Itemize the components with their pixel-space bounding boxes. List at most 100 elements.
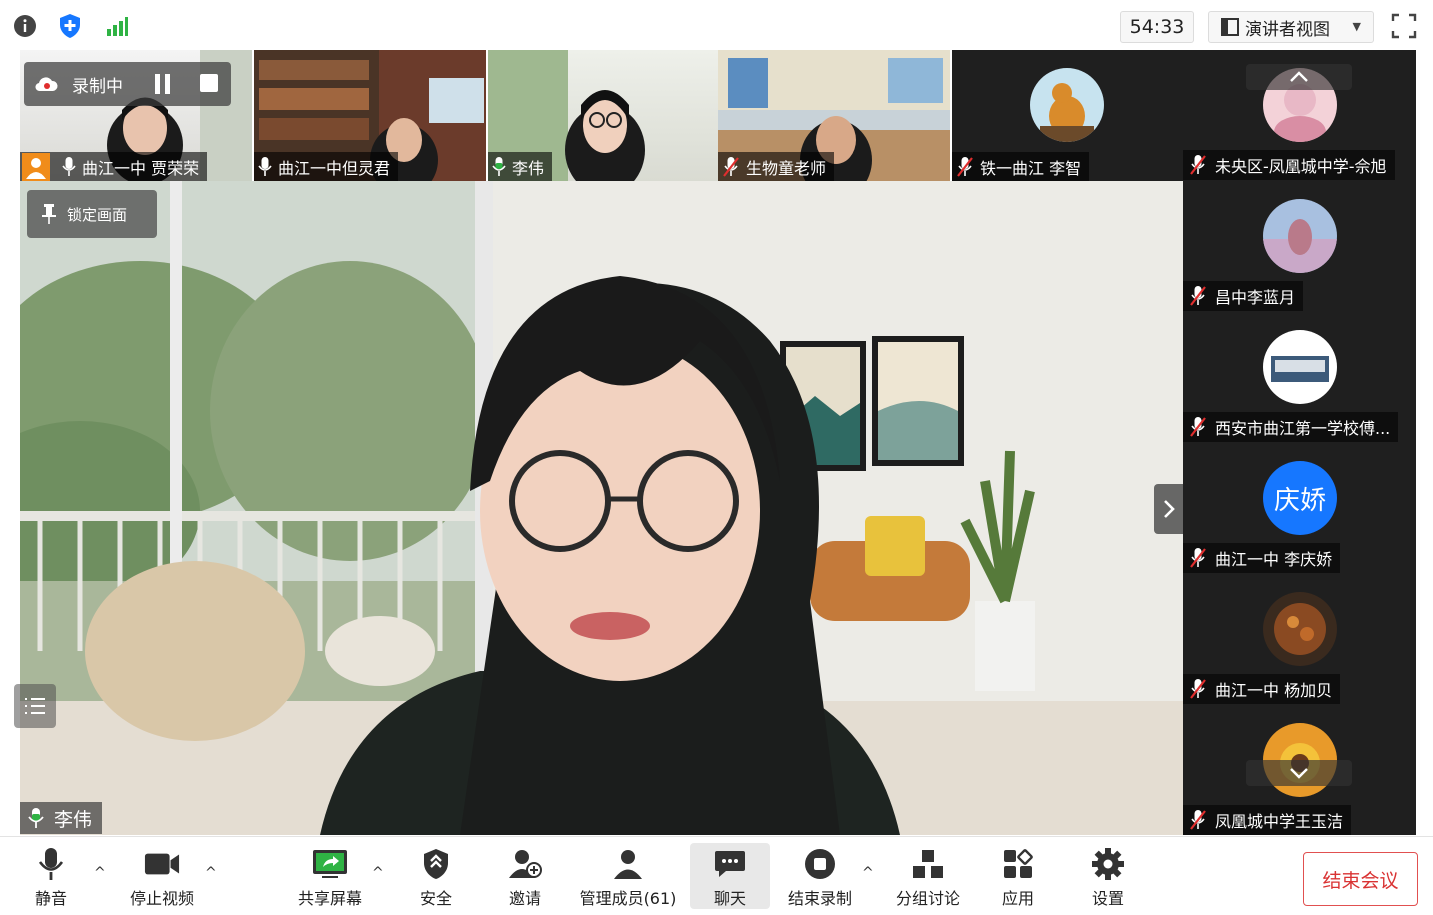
- chat-label: 聊天: [713, 889, 746, 908]
- participant-name: 曲江一中 李庆娇: [1215, 550, 1333, 569]
- microphone-muted-icon: [1190, 679, 1206, 699]
- pause-recording-button[interactable]: [152, 74, 172, 94]
- recording-panel: 录制中: [24, 62, 231, 106]
- pin-icon: [41, 203, 57, 225]
- info-icon[interactable]: [12, 13, 38, 39]
- apps-grid-icon: [1000, 847, 1036, 881]
- shield-icon[interactable]: [57, 13, 83, 39]
- stop-video-button[interactable]: 停止视频: [124, 843, 200, 909]
- mute-options-caret[interactable]: ^: [94, 865, 106, 881]
- avatar: [1263, 199, 1337, 273]
- participant-label: 西安市曲江第一学校傅...: [1183, 412, 1399, 442]
- microphone-muted-icon: [1190, 155, 1206, 175]
- participant-name: 未央区-凤凰城中学-佘旭: [1215, 157, 1387, 176]
- chat-button[interactable]: 聊天: [690, 843, 770, 909]
- microphone-muted-icon: [1190, 810, 1206, 830]
- participant-label: 曲江一中但灵君: [254, 152, 399, 181]
- speaker-name: 李伟: [54, 808, 93, 831]
- end-recording-button[interactable]: 结束录制: [782, 843, 858, 909]
- stop-recording-button[interactable]: [200, 74, 218, 92]
- shield-icon: [418, 847, 454, 881]
- video-tile[interactable]: 生物童老师: [718, 50, 950, 181]
- video-tile[interactable]: 曲江一中 杨加贝: [1183, 574, 1416, 704]
- video-tile[interactable]: 李伟: [488, 50, 720, 181]
- participant-name: 曲江一中 贾荣荣: [82, 158, 200, 178]
- participant-name: 李伟: [512, 158, 545, 178]
- recording-status: 录制中: [72, 76, 123, 97]
- microphone-speaking-icon: [492, 156, 506, 176]
- lock-view-button[interactable]: 锁定画面: [27, 190, 157, 238]
- participant-name: 凤凰城中学王玉洁: [1215, 812, 1344, 831]
- bottom-toolbar: 静音 ^ 停止视频 ^ 共享屏幕 ^ 安全 邀请 管理成员(61) 聊天 结束录…: [0, 836, 1433, 915]
- invite-label: 邀请: [508, 889, 541, 908]
- video-options-caret[interactable]: ^: [205, 865, 217, 881]
- participant-label: 未央区-凤凰城中学-佘旭: [1183, 150, 1395, 180]
- security-label: 安全: [419, 889, 452, 908]
- participant-label: 曲江一中 杨加贝: [1183, 674, 1341, 704]
- microphone-muted-icon: [723, 156, 739, 177]
- microphone-icon: [62, 156, 76, 176]
- recording-options-caret[interactable]: ^: [862, 865, 874, 881]
- apps-label: 应用: [1001, 889, 1034, 908]
- breakout-rooms-button[interactable]: 分组讨论: [890, 843, 966, 909]
- view-mode-label: 演讲者视图: [1245, 19, 1330, 40]
- add-user-icon: [507, 847, 543, 881]
- microphone-muted-icon: [1190, 417, 1206, 437]
- speaker-view-icon: [1221, 18, 1239, 36]
- participant-name: 曲江一中但灵君: [278, 158, 391, 178]
- manage-members-label: 管理成员(61): [579, 889, 677, 908]
- avatar: [1030, 68, 1104, 142]
- participant-label: 生物童老师: [718, 152, 835, 181]
- video-tile[interactable]: 昌中李蓝月: [1183, 181, 1416, 311]
- participant-label: 曲江一中 李庆娇: [1183, 543, 1341, 573]
- chevron-down-icon: [1290, 768, 1308, 779]
- participant-label: 李伟: [488, 152, 553, 181]
- chevron-down-icon: ▼: [1352, 20, 1361, 33]
- settings-button[interactable]: 设置: [1082, 843, 1134, 909]
- participant-sidebar: 未央区-凤凰城中学-佘旭 昌中李蓝月 西安市曲江第一学校傅... 庆娇 曲江一中…: [1183, 50, 1416, 835]
- participant-name: 生物童老师: [746, 158, 827, 178]
- mute-button[interactable]: 静音: [20, 843, 82, 909]
- invite-button[interactable]: 邀请: [498, 843, 552, 909]
- participant-label: 铁一曲江 李智: [952, 152, 1090, 181]
- participant-name: 西安市曲江第一学校傅...: [1215, 419, 1391, 438]
- users-icon: [610, 847, 646, 881]
- avatar: [1263, 592, 1337, 666]
- participant-label: 昌中李蓝月: [1183, 281, 1304, 311]
- participant-name: 曲江一中 杨加贝: [1215, 681, 1333, 700]
- microphone-muted-icon: [1190, 286, 1206, 306]
- main-speaker-video: [20, 181, 1183, 835]
- microphone-speaking-icon: [28, 808, 44, 828]
- participant-name: 铁一曲江 李智: [980, 158, 1082, 178]
- breakout-label: 分组讨论: [895, 889, 960, 908]
- signal-strength-icon[interactable]: [104, 13, 130, 39]
- end-meeting-button[interactable]: 结束会议: [1303, 852, 1418, 906]
- meeting-timer: 54:33: [1120, 11, 1194, 43]
- mute-label: 静音: [34, 889, 67, 908]
- stop-video-label: 停止视频: [129, 889, 194, 908]
- settings-label: 设置: [1091, 889, 1124, 908]
- share-screen-label: 共享屏幕: [297, 889, 362, 908]
- security-button[interactable]: 安全: [410, 843, 462, 909]
- video-tile[interactable]: 西安市曲江第一学校傅...: [1183, 312, 1416, 442]
- avatar-initials: 庆娇: [1263, 461, 1337, 535]
- user-avatar-icon: [22, 152, 56, 181]
- apps-button[interactable]: 应用: [992, 843, 1044, 909]
- video-tile[interactable]: 庆娇 曲江一中 李庆娇: [1183, 443, 1416, 573]
- list-menu-icon[interactable]: [14, 684, 56, 728]
- scroll-up-button[interactable]: [1246, 64, 1352, 90]
- microphone-icon: [258, 156, 272, 176]
- share-screen-icon: [312, 847, 348, 881]
- microphone-muted-icon: [957, 156, 973, 177]
- microphone-muted-icon: [1190, 548, 1206, 568]
- video-tile[interactable]: 曲江一中但灵君: [254, 50, 486, 181]
- share-screen-button[interactable]: 共享屏幕: [294, 843, 366, 909]
- fullscreen-icon[interactable]: [1390, 12, 1418, 40]
- video-tile[interactable]: 铁一曲江 李智: [952, 50, 1184, 181]
- end-recording-label: 结束录制: [787, 889, 852, 908]
- manage-members-button[interactable]: 管理成员(61): [578, 843, 678, 909]
- share-options-caret[interactable]: ^: [372, 865, 384, 881]
- scroll-down-button[interactable]: [1246, 760, 1352, 786]
- view-mode-dropdown[interactable]: 演讲者视图 ▼: [1208, 11, 1374, 43]
- next-page-arrow[interactable]: [1154, 484, 1184, 534]
